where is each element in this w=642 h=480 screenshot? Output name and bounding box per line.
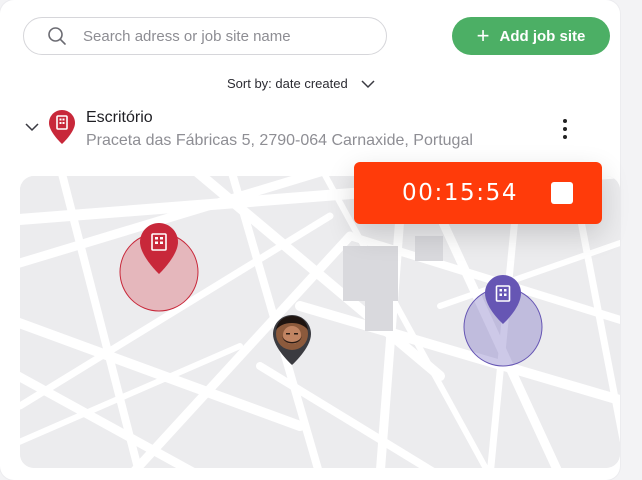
job-site-name: Escritório [86, 109, 153, 126]
add-job-site-button[interactable]: + Add job site [452, 17, 610, 55]
building-pin-icon [49, 110, 75, 144]
time-tracker: 00:15:54 [354, 162, 602, 224]
sort-dropdown[interactable]: Sort by: date created [227, 76, 376, 91]
job-sites-panel: + Add job site Sort by: date created Esc… [0, 0, 620, 480]
more-vertical-icon[interactable] [560, 118, 570, 140]
elapsed-time: 00:15:54 [402, 180, 519, 206]
chevron-down-icon[interactable] [24, 122, 40, 132]
add-job-site-label: Add job site [499, 27, 586, 45]
job-site-address: Praceta das Fábricas 5, 2790-064 Carnaxi… [86, 132, 473, 149]
stop-icon[interactable] [551, 182, 573, 204]
search-input[interactable] [81, 26, 365, 46]
sort-label: Sort by: date created [227, 76, 348, 91]
plus-icon: + [476, 23, 490, 48]
search-bar[interactable] [23, 17, 387, 55]
search-icon [48, 27, 66, 45]
job-site-item[interactable]: Escritório Praceta das Fábricas 5, 2790-… [20, 106, 590, 156]
chevron-down-icon [361, 79, 375, 88]
